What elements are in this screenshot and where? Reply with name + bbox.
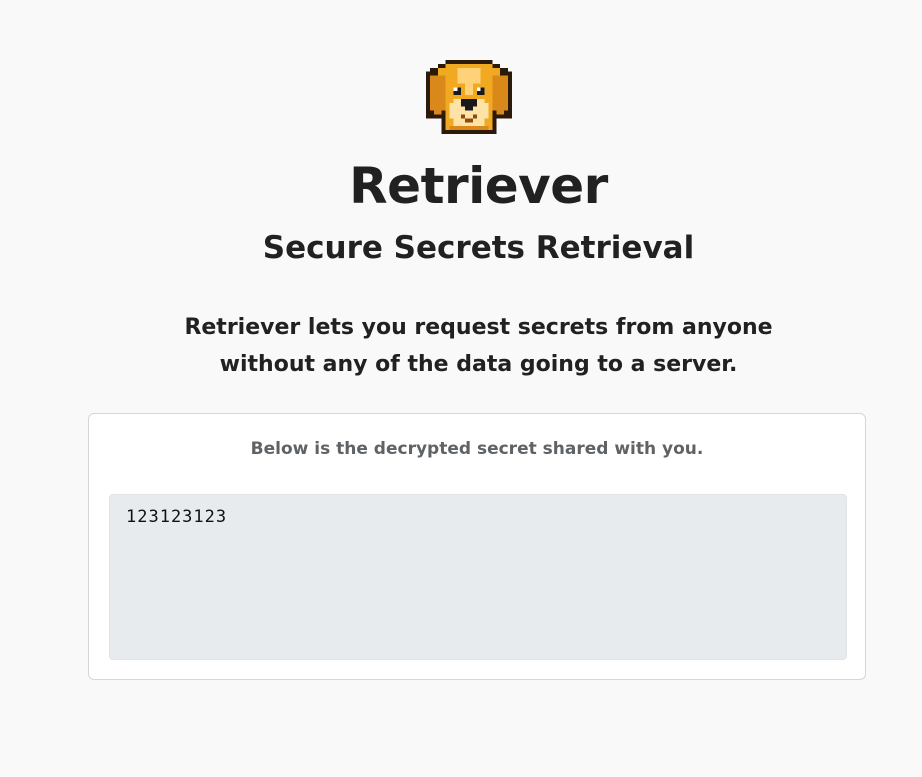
- description-line-1: Retriever lets you request secrets from …: [184, 315, 773, 340]
- secret-card: Below is the decrypted secret shared wit…: [88, 413, 866, 680]
- golden-retriever-logo-icon: [421, 60, 517, 134]
- description-line-2: without any of the data going to a serve…: [219, 352, 738, 377]
- decrypted-secret-textarea[interactable]: 123123123: [109, 494, 847, 660]
- retriever-page: Retriever Secure Secrets Retrieval Retri…: [0, 0, 922, 777]
- app-subtitle: Secure Secrets Retrieval: [262, 230, 695, 266]
- app-title: Retriever: [349, 157, 608, 215]
- app-description: Retriever lets you request secrets from …: [0, 309, 922, 383]
- decrypted-secret-label: Below is the decrypted secret shared wit…: [250, 439, 704, 459]
